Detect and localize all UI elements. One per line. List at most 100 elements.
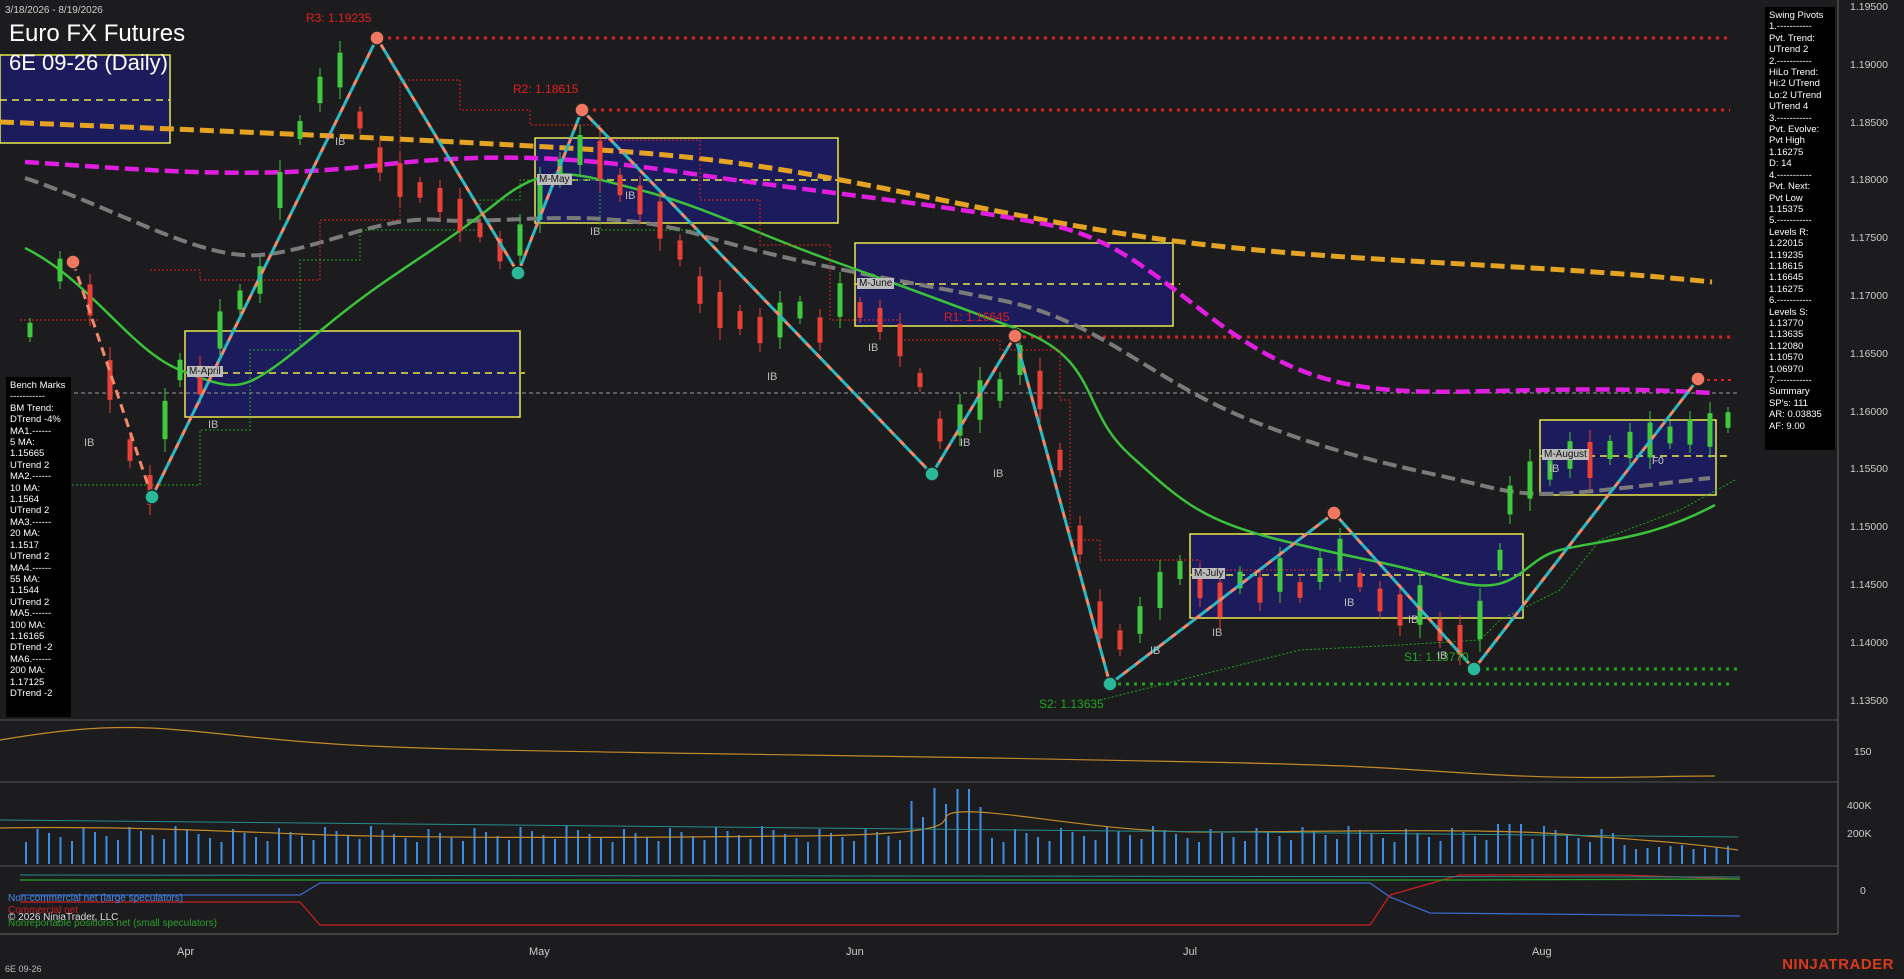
candle-body <box>1357 572 1363 588</box>
volume-bar <box>818 829 821 864</box>
volume-bar <box>611 842 614 864</box>
volume-bar <box>772 830 775 864</box>
candle-body <box>1725 412 1731 428</box>
volume-bar <box>1359 830 1361 864</box>
volume-bar <box>1439 841 1442 864</box>
volume-bar <box>1600 829 1603 864</box>
pivot-low-marker <box>510 265 526 281</box>
volume-bar <box>657 841 660 864</box>
monthly-box-april <box>184 330 525 418</box>
volume-bar <box>71 841 73 864</box>
ib-label: IB <box>590 226 601 238</box>
candle-body <box>27 322 33 338</box>
volume-bar <box>197 834 200 864</box>
pivot-low-marker <box>1102 676 1118 692</box>
price-axis-label: 1.13500 <box>1850 694 1888 707</box>
indicator-axis-label: 150 <box>1854 746 1872 758</box>
instrument-title: Euro FX Futures <box>9 20 186 47</box>
candle-body <box>717 292 723 328</box>
volume-bar <box>404 838 407 864</box>
candle-body <box>162 400 168 440</box>
pivot-high-marker <box>1326 505 1342 521</box>
candle-body <box>917 372 923 388</box>
volume-bar <box>1508 824 1511 864</box>
candle-body <box>1627 431 1633 459</box>
candle-body <box>1277 558 1283 592</box>
volume-bar <box>1715 847 1718 864</box>
volume-bar <box>1485 840 1488 864</box>
candle-body <box>897 323 903 357</box>
r3-label: R3: 1.19235 <box>306 11 372 25</box>
volume-bar <box>1531 839 1534 864</box>
monthly-box-label-august: M-August <box>1542 449 1589 460</box>
volume-bar <box>508 840 510 864</box>
volume-bar <box>1140 839 1143 864</box>
volume-bar <box>565 826 568 864</box>
volume-bar <box>646 837 648 864</box>
volume-axis-label-400k: 400K <box>1847 800 1872 812</box>
volume-bar <box>588 834 591 864</box>
volume-bar <box>174 826 177 864</box>
volume-bar <box>1025 833 1028 864</box>
volume-bar <box>715 827 717 864</box>
volume-bar <box>1497 824 1499 864</box>
volume-bar <box>1267 832 1269 864</box>
volume-bar <box>1221 833 1223 864</box>
volume-bar <box>910 801 913 864</box>
volume-bar <box>1094 840 1097 864</box>
volume-bar <box>1313 831 1315 864</box>
monthly-box-label-july: M-July <box>1192 568 1226 579</box>
candle-body <box>457 198 463 232</box>
price-chart[interactable] <box>0 0 1904 979</box>
candle-body <box>277 172 283 208</box>
volume-bar <box>1117 831 1120 864</box>
volume-bar <box>1623 845 1626 864</box>
volume-bar <box>48 833 50 864</box>
volume-bar <box>1681 845 1683 864</box>
price-axis-label: 1.17000 <box>1850 290 1888 302</box>
candle-body <box>1507 485 1513 515</box>
contract-title: 6E 09-26 (Daily) <box>9 50 168 75</box>
price-axis-label: 1.19000 <box>1850 58 1888 71</box>
volume-bar <box>1589 842 1591 864</box>
volume-bar <box>1048 841 1051 864</box>
candle-body <box>1587 442 1593 478</box>
candle-body <box>1687 419 1693 445</box>
candle-body <box>1667 426 1673 444</box>
cot-axis-label: 0 <box>1860 885 1866 897</box>
volume-bar <box>922 817 924 864</box>
candle-body <box>597 140 603 180</box>
volume-bar <box>427 829 430 864</box>
volume-bar <box>381 830 384 864</box>
candle-body <box>857 302 863 318</box>
volume-bar <box>59 837 62 864</box>
candle-body <box>877 308 883 332</box>
candle-body <box>997 379 1003 401</box>
ib-label: IB <box>1150 645 1161 657</box>
ib-label: IB <box>208 419 219 431</box>
volume-bar <box>496 836 499 864</box>
ib-label: IB <box>960 437 971 449</box>
volume-bar <box>1428 837 1430 864</box>
volume-bar <box>312 840 315 864</box>
volume-bar <box>784 834 786 864</box>
candle-body <box>777 302 783 338</box>
candle-body <box>937 418 943 442</box>
volume-bar <box>1520 824 1522 864</box>
candle-body <box>337 52 343 88</box>
price-axis-label: 1.16000 <box>1850 405 1888 418</box>
candle-body <box>757 316 763 344</box>
volume-bar <box>416 842 418 864</box>
volume-bar <box>1382 838 1384 864</box>
volume-bar <box>623 829 625 864</box>
volume-bar <box>117 840 119 864</box>
ib-label: IB <box>335 136 346 148</box>
candle-body <box>1177 561 1183 579</box>
candle-body <box>1117 630 1123 650</box>
volume-bar <box>738 835 740 864</box>
volume-bar <box>1462 832 1465 864</box>
candle-body <box>577 135 583 165</box>
volume-bar <box>105 836 108 864</box>
cot-legend-large: Non-commercial net (large speculators) <box>8 893 184 904</box>
volume-bar <box>473 828 476 864</box>
